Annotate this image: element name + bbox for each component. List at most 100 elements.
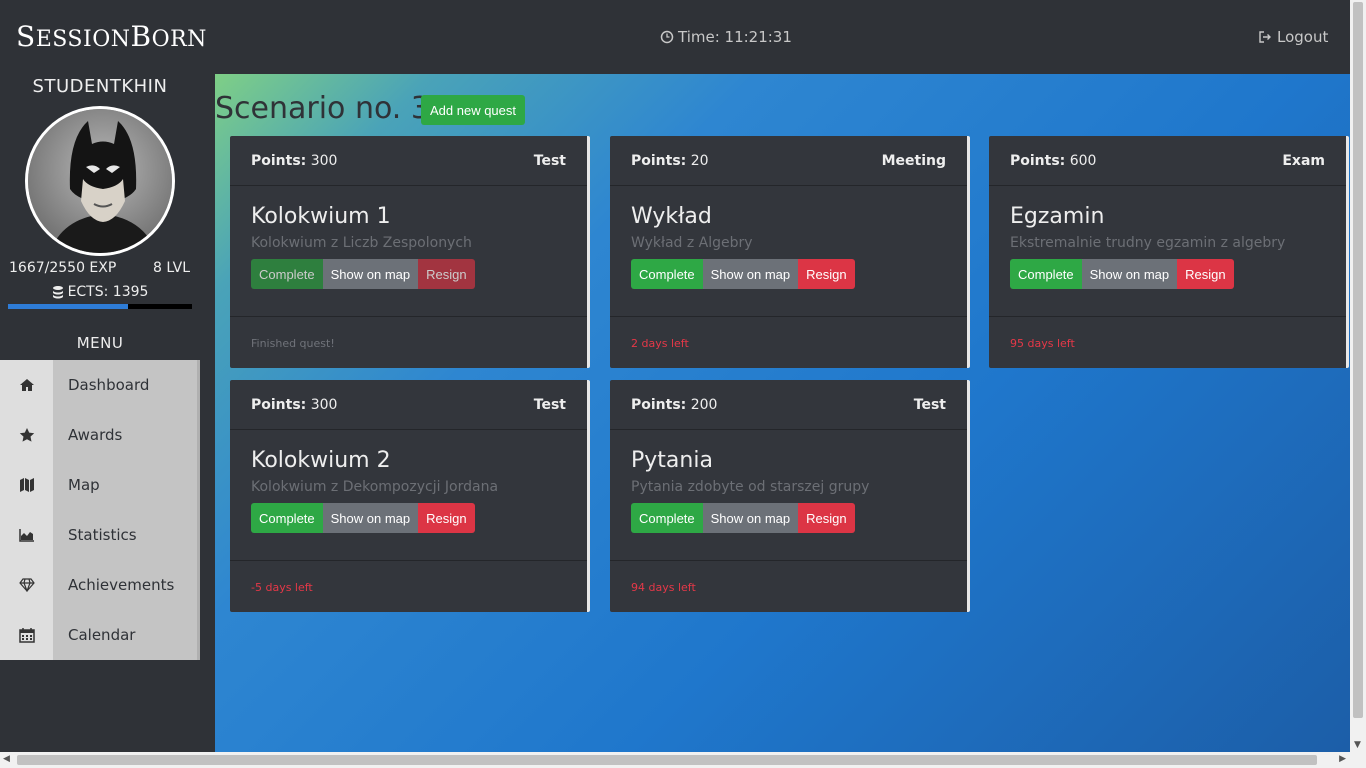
show-on-map-button[interactable]: Show on map [702, 259, 799, 289]
quest-status: -5 days left [251, 581, 313, 594]
resign-button[interactable]: Resign [1177, 259, 1234, 289]
brand-letter-b: B [130, 20, 152, 53]
exp-label: 1667/2550 EXP [9, 260, 117, 276]
sidebar-menu: Dashboard Awards Map Statistics Achievem… [0, 360, 200, 660]
points-row: Points: 300 [251, 397, 337, 413]
main-content: Scenario no. 3 Add new quest Points: 300… [215, 74, 1350, 752]
quest-subtitle: Ekstremalnie trudny egzamin z algebry [1010, 235, 1286, 251]
sidebar-item-label: Calendar [68, 626, 136, 644]
points-label: Points: [631, 396, 687, 413]
sidebar-item-label: Dashboard [68, 376, 150, 394]
resign-button[interactable]: Resign [418, 259, 475, 289]
resign-button[interactable]: Resign [418, 503, 475, 533]
points-label: Points: [251, 152, 307, 169]
sidebar-item-map[interactable]: Map [0, 460, 197, 510]
sidebar: STUDENTKHIN 1667/2550 EXP 8 LVL ECTS: 13… [0, 74, 215, 752]
sidebar-item-statistics[interactable]: Statistics [0, 510, 197, 560]
points-row: Points: 200 [631, 397, 717, 413]
quest-title: Kolokwium 2 [251, 448, 391, 473]
brand-text-1: ESSION [35, 27, 131, 52]
logout-button[interactable]: Logout [1258, 28, 1328, 46]
points-row: Points: 20 [631, 153, 709, 169]
scroll-right-icon[interactable]: ▶ [1339, 754, 1346, 764]
show-on-map-button[interactable]: Show on map [322, 259, 419, 289]
sidebar-item-label: Achievements [68, 576, 175, 594]
card-header: Points: 300 Test [230, 136, 587, 186]
quest-subtitle: Pytania zdobyte od starszej grupy [631, 479, 870, 495]
points-value: 20 [690, 152, 709, 169]
exp-progress-fill [8, 304, 129, 309]
points-value: 300 [310, 152, 338, 169]
quest-type: Test [533, 396, 566, 413]
sidebar-item-label: Map [68, 476, 100, 494]
show-on-map-button[interactable]: Show on map [702, 503, 799, 533]
quest-title: Pytania [631, 448, 713, 473]
points-label: Points: [251, 396, 307, 413]
ects-row: ECTS: 1395 [0, 284, 200, 300]
logout-label: Logout [1277, 28, 1329, 46]
page-title: Scenario no. 3 [215, 91, 430, 126]
quest-card: Points: 200 Test Pytania Pytania zdobyte… [610, 380, 970, 612]
quest-status: 94 days left [631, 581, 696, 594]
brand-logo[interactable]: SESSIONBORN [16, 20, 207, 53]
card-header: Points: 600 Exam [989, 136, 1346, 186]
add-quest-button[interactable]: Add new quest [421, 95, 526, 125]
quest-subtitle: Kolokwium z Liczb Zespolonych [251, 235, 472, 251]
time-label: Time: 11:21:31 [678, 28, 792, 46]
quest-title: Kolokwium 1 [251, 204, 391, 229]
brand-text-2: ORN [151, 27, 207, 52]
quest-title: Egzamin [1010, 204, 1105, 229]
complete-button[interactable]: Complete [1010, 259, 1082, 289]
clock: Time: 11:21:31 [660, 28, 792, 46]
horizontal-scrollbar[interactable]: ◀ ▶ [0, 752, 1366, 768]
username: STUDENTKHIN [32, 76, 168, 97]
logout-icon [1259, 31, 1271, 43]
quest-status: Finished quest! [251, 337, 335, 350]
quest-subtitle: Wykład z Algebry [631, 235, 753, 251]
points-row: Points: 600 [1010, 153, 1096, 169]
sidebar-item-dashboard[interactable]: Dashboard [0, 360, 197, 410]
diamond-icon [18, 578, 35, 592]
vertical-scrollbar[interactable]: ▼ [1350, 0, 1366, 752]
coins-icon [52, 286, 63, 299]
show-on-map-button[interactable]: Show on map [1081, 259, 1178, 289]
vertical-scroll-thumb[interactable] [1353, 2, 1363, 718]
complete-button[interactable]: Complete [251, 503, 323, 533]
sidebar-item-calendar[interactable]: Calendar [0, 610, 197, 660]
top-navbar: SESSIONBORN Time: 11:21:31 Logout [0, 0, 1350, 74]
map-icon [19, 478, 34, 492]
card-header: Points: 20 Meeting [610, 136, 967, 186]
quest-card: Points: 300 Test Kolokwium 1 Kolokwium z… [230, 136, 590, 368]
exp-progress-bar [8, 304, 192, 309]
complete-button[interactable]: Complete [251, 259, 323, 289]
sidebar-item-achievements[interactable]: Achievements [0, 560, 197, 610]
star-icon [19, 428, 34, 442]
ects-label: ECTS: 1395 [67, 284, 149, 300]
points-label: Points: [1010, 152, 1066, 169]
scroll-down-icon[interactable]: ▼ [1354, 740, 1361, 750]
quest-card: Points: 600 Exam Egzamin Ekstremalnie tr… [989, 136, 1349, 368]
complete-button[interactable]: Complete [631, 503, 703, 533]
complete-button[interactable]: Complete [631, 259, 703, 289]
quest-type: Meeting [881, 152, 946, 169]
level-label: 8 LVL [153, 260, 190, 276]
resign-button[interactable]: Resign [798, 259, 855, 289]
sidebar-item-awards[interactable]: Awards [0, 410, 197, 460]
quest-title: Wykład [631, 204, 712, 229]
resign-button[interactable]: Resign [798, 503, 855, 533]
quest-status: 2 days left [631, 337, 689, 350]
quest-type: Exam [1282, 152, 1325, 169]
menu-title: MENU [76, 334, 124, 352]
quest-subtitle: Kolokwium z Dekompozycji Jordana [251, 479, 499, 495]
calendar-icon [18, 628, 35, 643]
card-header: Points: 300 Test [230, 380, 587, 430]
area-chart-icon [18, 529, 34, 542]
scroll-left-icon[interactable]: ◀ [3, 754, 10, 764]
points-row: Points: 300 [251, 153, 337, 169]
show-on-map-button[interactable]: Show on map [322, 503, 419, 533]
horizontal-scroll-thumb[interactable] [17, 755, 1317, 765]
quest-type: Test [533, 152, 566, 169]
clock-icon [660, 30, 674, 44]
card-header: Points: 200 Test [610, 380, 967, 430]
quest-card: Points: 300 Test Kolokwium 2 Kolokwium z… [230, 380, 590, 612]
